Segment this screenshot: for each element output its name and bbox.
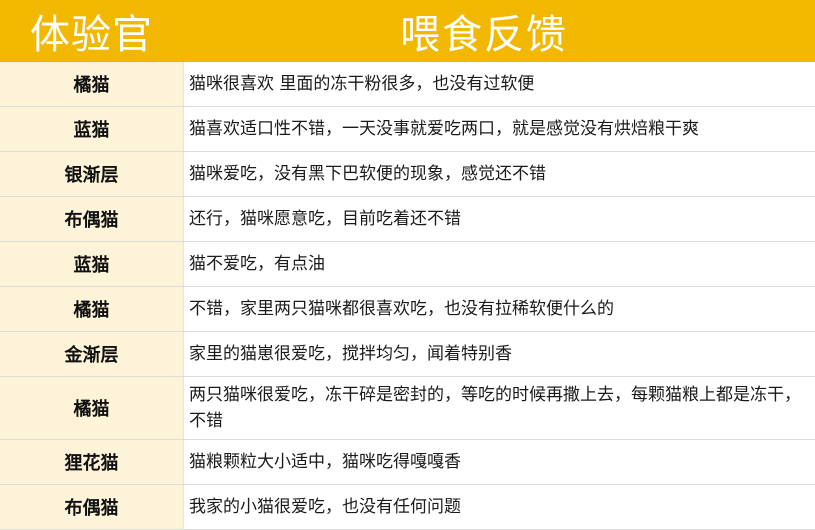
table-body: 橘猫 猫咪很喜欢 里面的冻干粉很多，也没有过软便 蓝猫 猫喜欢适口性不错，一天没…	[0, 62, 815, 530]
table-row: 橘猫 两只猫咪很爱吃，冻干碎是密封的，等吃的时候再撒上去，每颗猫粮上都是冻干，不…	[0, 377, 815, 440]
feedback-text: 家里的猫崽很爱吃，搅拌均匀，闻着特别香	[183, 332, 815, 376]
tester-name: 蓝猫	[0, 242, 183, 286]
tester-name: 布偶猫	[0, 197, 183, 241]
table-row: 蓝猫 猫喜欢适口性不错，一天没事就爱吃两口，就是感觉没有烘焙粮干爽	[0, 107, 815, 152]
table-row: 蓝猫 猫不爱吃，有点油	[0, 242, 815, 287]
tester-name: 橘猫	[0, 62, 183, 106]
feedback-text: 猫粮颗粒大小适中，猫咪吃得嘎嘎香	[183, 440, 815, 484]
feedback-text: 不错，家里两只猫咪都很喜欢吃，也没有拉稀软便什么的	[183, 287, 815, 331]
feedback-table: 体验官 喂食反馈 橘猫 猫咪很喜欢 里面的冻干粉很多，也没有过软便 蓝猫 猫喜欢…	[0, 0, 815, 530]
table-row: 布偶猫 还行，猫咪愿意吃，目前吃着还不错	[0, 197, 815, 242]
header-feedback: 喂食反馈	[400, 12, 568, 58]
tester-name: 狸花猫	[0, 440, 183, 484]
table-header: 体验官 喂食反馈	[0, 0, 815, 62]
table-row: 橘猫 猫咪很喜欢 里面的冻干粉很多，也没有过软便	[0, 62, 815, 107]
feedback-text: 猫不爱吃，有点油	[183, 242, 815, 286]
tester-name: 金渐层	[0, 332, 183, 376]
table-row: 银渐层 猫咪爱吃，没有黑下巴软便的现象，感觉还不错	[0, 152, 815, 197]
feedback-text: 两只猫咪很爱吃，冻干碎是密封的，等吃的时候再撒上去，每颗猫粮上都是冻干，不错	[183, 377, 815, 439]
header-tester: 体验官	[30, 12, 153, 58]
tester-name: 橘猫	[0, 287, 183, 331]
feedback-text: 还行，猫咪愿意吃，目前吃着还不错	[183, 197, 815, 241]
tester-name: 银渐层	[0, 152, 183, 196]
table-row: 金渐层 家里的猫崽很爱吃，搅拌均匀，闻着特别香	[0, 332, 815, 377]
feedback-text: 猫喜欢适口性不错，一天没事就爱吃两口，就是感觉没有烘焙粮干爽	[183, 107, 815, 151]
table-row: 布偶猫 我家的小猫很爱吃，也没有任何问题	[0, 485, 815, 530]
table-row: 狸花猫 猫粮颗粒大小适中，猫咪吃得嘎嘎香	[0, 440, 815, 485]
feedback-text: 猫咪很喜欢 里面的冻干粉很多，也没有过软便	[183, 62, 815, 106]
table-row: 橘猫 不错，家里两只猫咪都很喜欢吃，也没有拉稀软便什么的	[0, 287, 815, 332]
feedback-text: 猫咪爱吃，没有黑下巴软便的现象，感觉还不错	[183, 152, 815, 196]
tester-name: 橘猫	[0, 377, 183, 439]
feedback-text: 我家的小猫很爱吃，也没有任何问题	[183, 485, 815, 529]
tester-name: 布偶猫	[0, 485, 183, 529]
tester-name: 蓝猫	[0, 107, 183, 151]
